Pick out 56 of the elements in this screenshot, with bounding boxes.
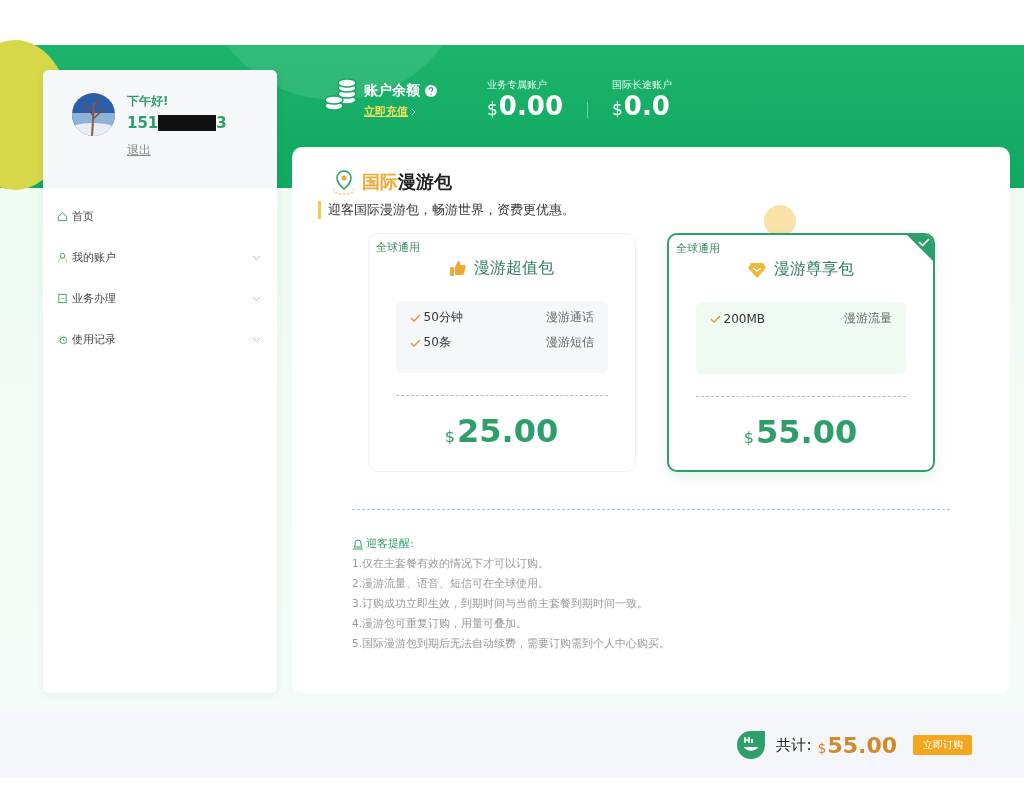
notice-item: 5.国际漫游包到期后无法自动续费，需要订购需到个人中心购买。 [352, 637, 672, 651]
feature-value: 200MB [723, 311, 765, 326]
phone-number: 3 [216, 114, 227, 132]
package-card[interactable]: 全球通用 漫游尊享包 200MB 漫游流量 $55.00 [666, 233, 935, 472]
logout-link[interactable]: 退出 [127, 142, 227, 159]
package-tag: 全球通用 [375, 240, 608, 255]
package-tag: 全球通用 [675, 241, 906, 256]
total-label: 共计: [776, 735, 812, 755]
bell-icon [352, 537, 364, 550]
help-icon[interactable] [425, 85, 437, 97]
package-card[interactable]: 全球通用 漫游超值包 50分钟 漫游通话 50条 漫游短信 $25.00 [367, 233, 636, 472]
feature-value: 50条 [423, 334, 451, 351]
location-pin-icon [332, 169, 356, 195]
balance-title: 账户余额 [364, 82, 420, 100]
greeting-text: 下午好! [127, 93, 170, 110]
feature-label: 漫游通话 [545, 309, 594, 326]
total-price: $55.00 [817, 732, 897, 758]
account-amount: $0.0 [612, 92, 671, 121]
notice-item: 2.漫游流量、语音、短信可在全球使用。 [352, 577, 551, 591]
feature-label: 漫游流量 [843, 310, 892, 327]
sidebar-item[interactable]: 我的账户 [43, 237, 277, 278]
diamond-icon [747, 261, 766, 278]
document-icon [57, 293, 68, 304]
account-label: 国际长途账户 [612, 78, 672, 92]
user-icon [57, 252, 68, 263]
clock-icon [57, 334, 68, 345]
chevron-icon [252, 254, 261, 261]
chevron-icon [411, 107, 416, 116]
feature-label: 漫游短信 [545, 334, 594, 351]
thumbs-up-icon [449, 261, 466, 276]
feature-value: 50分钟 [423, 309, 463, 326]
phone-number: 151 [127, 114, 159, 132]
notice-item: 3.订购成功立即生效，到期时间与当前主套餐到期时间一致。 [352, 597, 650, 611]
hi-mascot-icon [736, 730, 767, 760]
sidebar-item[interactable]: 使用记录 [43, 319, 277, 360]
package-price: $55.00 [742, 413, 859, 451]
chevron-icon [252, 295, 261, 302]
account-amount: $0.00 [487, 92, 563, 121]
sidebar-item[interactable]: 业务办理 [43, 278, 277, 319]
section-title: 国际漫游包 [362, 170, 452, 194]
check-icon [409, 313, 421, 322]
section-subtitle: 迎客国际漫游包，畅游世界，资费更优惠。 [318, 201, 984, 219]
notice-title: 迎客提醒: [366, 536, 414, 551]
notice-item: 1.仅在主套餐有效的情况下才可以订购。 [352, 557, 551, 571]
check-icon [409, 338, 421, 347]
home-icon [57, 211, 68, 222]
package-price: $25.00 [443, 412, 560, 450]
sidebar-item[interactable]: 首页 [43, 196, 277, 237]
coins-icon [324, 78, 358, 112]
check-icon [709, 314, 721, 323]
package-name: 漫游尊享包 [773, 259, 854, 280]
package-name: 漫游超值包 [473, 258, 554, 279]
notice-item: 4.漫游包可重复订购，用量可叠加。 [352, 617, 529, 631]
chevron-icon [252, 336, 261, 343]
redaction-bar [158, 115, 217, 131]
account-label: 业务专属账户 [487, 78, 548, 92]
